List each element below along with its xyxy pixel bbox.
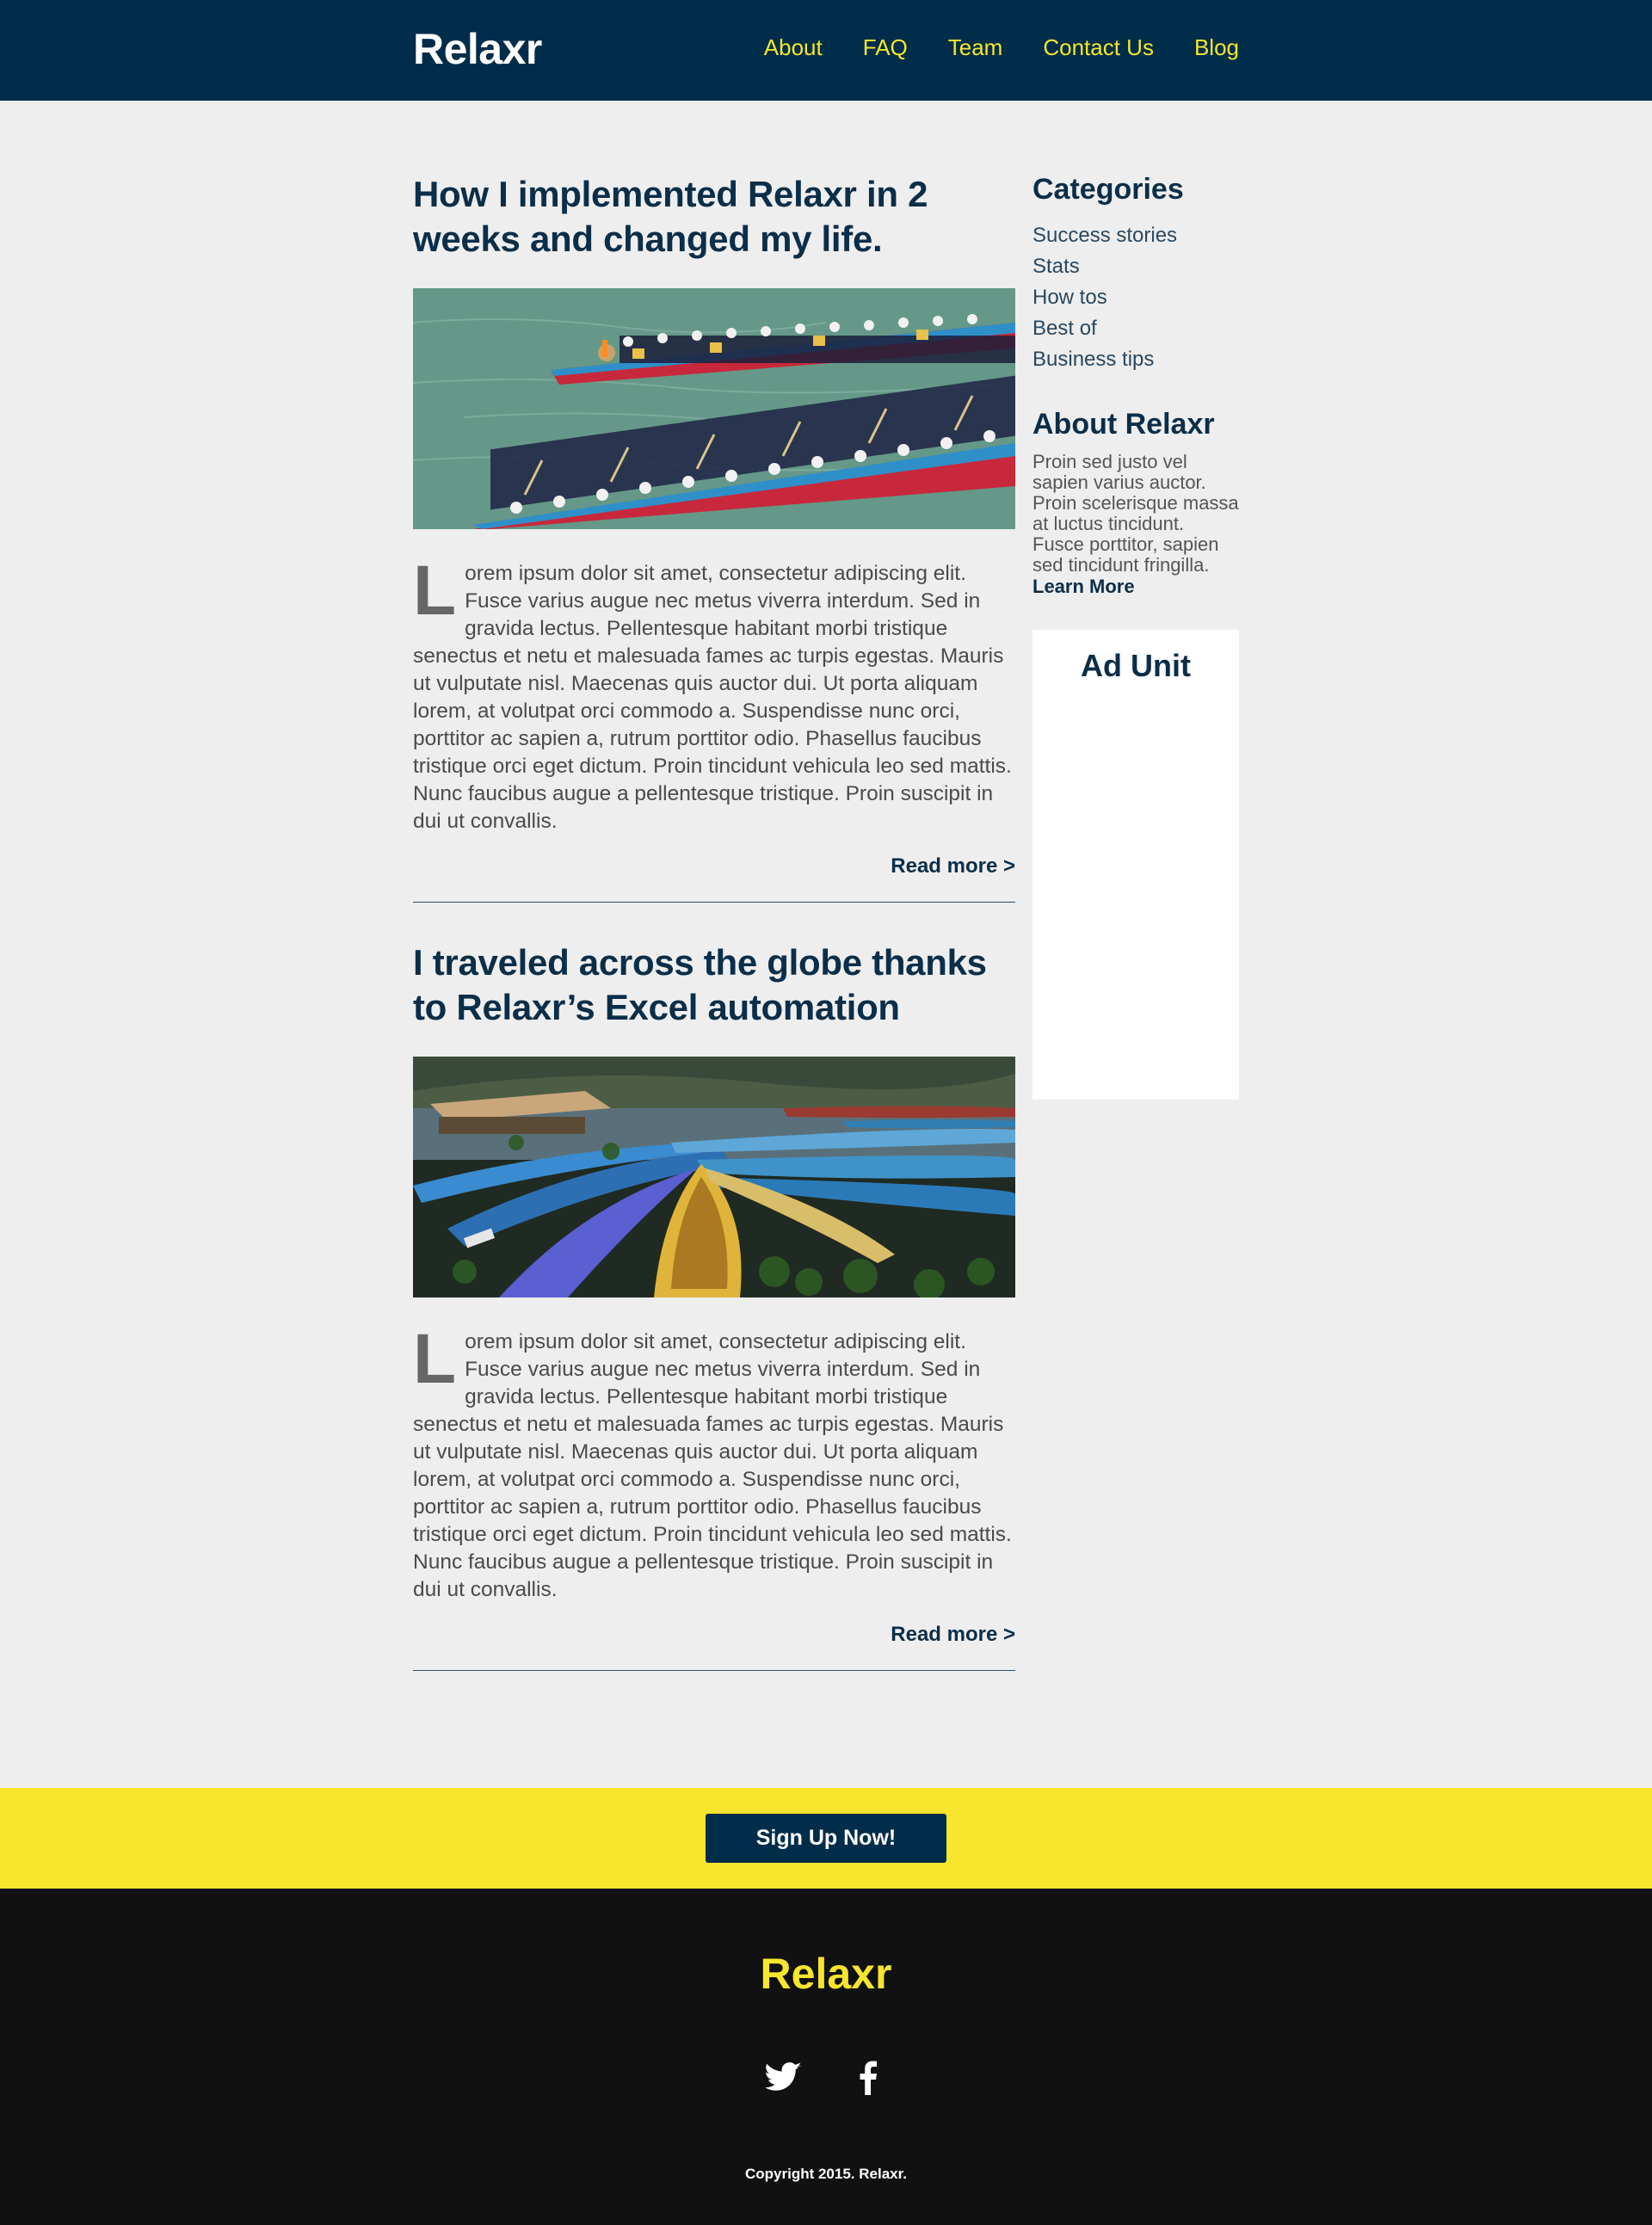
dropcap-letter: L [413, 552, 457, 630]
copyright-text: Copyright 2015. Relaxr. [744, 2166, 908, 2182]
post-image-dragon-boat[interactable] [413, 288, 1015, 529]
ad-unit-title: Ad Unit [1081, 648, 1191, 683]
twitter-icon[interactable] [762, 2056, 805, 2099]
blog-post: I traveled across the globe thanks to Re… [413, 940, 1015, 1671]
post-body-text: orem ipsum dolor sit amet, consectetur a… [413, 562, 1012, 833]
read-more-row: Read more > [413, 854, 1015, 893]
signup-banner: Sign Up Now! [0, 1788, 1652, 1889]
sidebar: Categories Success stories Stats How tos… [1032, 172, 1239, 1100]
post-title[interactable]: I traveled across the globe thanks to Re… [413, 940, 1015, 1030]
read-more-link[interactable]: Read more > [891, 854, 1015, 878]
categories-list: Success stories Stats How tos Best of Bu… [1032, 220, 1239, 375]
footer-logo[interactable]: Relaxr [0, 1949, 1652, 1999]
category-best-of[interactable]: Best of [1032, 313, 1239, 344]
site-header: Relaxr About FAQ Team Contact Us Blog [0, 0, 1652, 101]
ad-unit[interactable]: Ad Unit [1032, 630, 1239, 1100]
category-success-stories[interactable]: Success stories [1032, 220, 1239, 251]
about-text: Proin sed justo vel sapien varius auctor… [1032, 451, 1239, 576]
post-excerpt: L orem ipsum dolor sit amet, consectetur… [413, 1320, 1015, 1604]
sign-up-button[interactable]: Sign Up Now! [706, 1814, 946, 1863]
post-excerpt: L orem ipsum dolor sit amet, consectetur… [413, 552, 1015, 835]
read-more-row: Read more > [413, 1623, 1015, 1661]
social-links [0, 2056, 1652, 2099]
post-divider [413, 1670, 1015, 1671]
about-heading: About Relaxr [1032, 408, 1215, 441]
read-more-link[interactable]: Read more > [891, 1623, 1015, 1646]
site-logo[interactable]: Relaxr [413, 24, 542, 74]
blog-posts: How I implemented Relaxr in 2 weeks and … [413, 172, 1015, 1671]
post-divider [413, 902, 1015, 903]
category-stats[interactable]: Stats [1032, 251, 1239, 282]
nav-link-about[interactable]: About [764, 34, 823, 61]
nav-link-team[interactable]: Team [948, 34, 1003, 61]
post-title[interactable]: How I implemented Relaxr in 2 weeks and … [413, 172, 1015, 262]
main-nav: About FAQ Team Contact Us Blog [764, 34, 1239, 61]
blog-post: How I implemented Relaxr in 2 weeks and … [413, 172, 1015, 903]
nav-link-contact-us[interactable]: Contact Us [1043, 34, 1154, 61]
category-business-tips[interactable]: Business tips [1032, 344, 1239, 375]
dropcap-letter: L [413, 1320, 457, 1398]
learn-more-link[interactable]: Learn More [1032, 576, 1239, 598]
nav-link-faq[interactable]: FAQ [863, 34, 908, 61]
nav-link-blog[interactable]: Blog [1194, 34, 1239, 61]
category-how-tos[interactable]: How tos [1032, 282, 1239, 313]
categories-heading: Categories [1032, 173, 1184, 206]
facebook-icon[interactable] [847, 2056, 890, 2099]
site-footer: Relaxr Copyright 2015. Relaxr. [0, 1889, 1652, 2225]
post-image-boats[interactable] [413, 1057, 1015, 1297]
post-body-text: orem ipsum dolor sit amet, consectetur a… [413, 1330, 1012, 1601]
